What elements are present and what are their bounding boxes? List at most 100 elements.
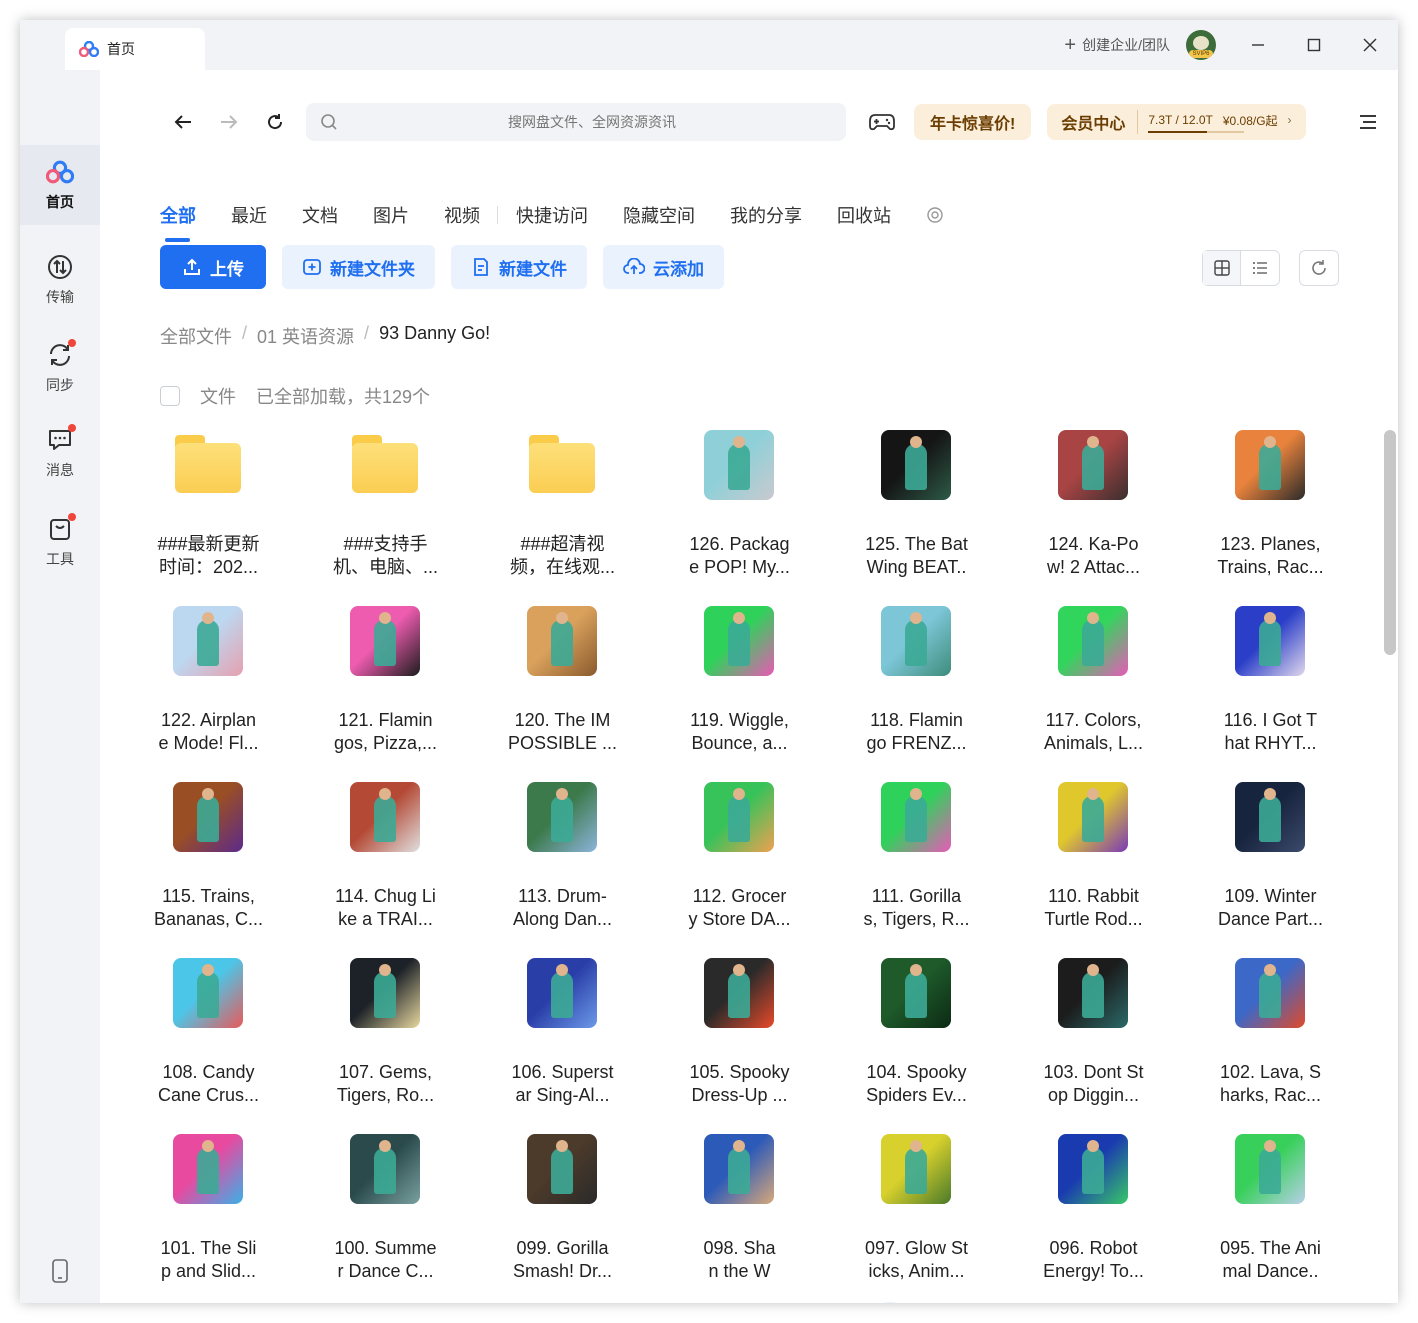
video-item[interactable]: 095. The Ani mal Dance.. bbox=[1182, 1134, 1359, 1303]
file-name: 096. Robot Energy! To... bbox=[1043, 1238, 1144, 1281]
vip-center-button[interactable]: 会员中心 7.3T / 12.0T ¥0.08/G起 › bbox=[1047, 104, 1306, 140]
phone-icon[interactable] bbox=[50, 1259, 70, 1283]
create-team-button[interactable]: + 创建企业/团队 bbox=[1064, 34, 1170, 57]
video-item[interactable]: 098. Sha n the W bbox=[651, 1134, 828, 1303]
video-item[interactable]: 108. Candy Cane Crus... bbox=[120, 958, 297, 1134]
tab-category[interactable]: 文档 bbox=[302, 202, 338, 228]
video-thumbnail bbox=[704, 782, 774, 852]
file-name: 112. Grocer y Store DA... bbox=[688, 886, 791, 929]
video-item[interactable]: 112. Grocer y Store DA... bbox=[651, 782, 828, 958]
tab-category[interactable]: 全部 bbox=[160, 202, 196, 242]
video-item[interactable]: 104. Spooky Spiders Ev... bbox=[828, 958, 1005, 1134]
tab-category[interactable]: 快捷访问 bbox=[516, 202, 588, 228]
video-item[interactable]: 097. Glow St icks, Anim... bbox=[828, 1134, 1005, 1303]
video-item[interactable]: 109. Winter Dance Part... bbox=[1182, 782, 1359, 958]
ai-assistant-icon[interactable] bbox=[842, 1296, 938, 1303]
folder-icon bbox=[173, 435, 243, 495]
cloud-add-label: 云添加 bbox=[653, 259, 704, 279]
video-item[interactable]: 122. Airplan e Mode! Fl... bbox=[120, 606, 297, 782]
video-item[interactable]: 101. The Sli p and Slid... bbox=[120, 1134, 297, 1303]
video-thumbnail bbox=[350, 958, 420, 1028]
tab-category[interactable]: 我的分享 bbox=[730, 202, 802, 228]
video-item[interactable]: 120. The IM POSSIBLE ... bbox=[474, 606, 651, 782]
video-item[interactable]: 117. Colors, Animals, L... bbox=[1005, 606, 1182, 782]
video-item[interactable]: 114. Chug Li ke a TRAI... bbox=[297, 782, 474, 958]
price-text: ¥0.08/G起 bbox=[1222, 113, 1278, 128]
sidebar-item-tools[interactable]: 工具 bbox=[20, 502, 100, 582]
close-button[interactable] bbox=[1342, 20, 1398, 70]
scrollbar[interactable] bbox=[1384, 430, 1396, 655]
tab-home[interactable]: 首页 bbox=[65, 28, 205, 70]
video-item[interactable]: 119. Wiggle, Bounce, a... bbox=[651, 606, 828, 782]
video-thumbnail bbox=[881, 430, 951, 500]
search-box[interactable] bbox=[306, 103, 846, 141]
new-file-button[interactable]: 新建文件 bbox=[451, 245, 587, 289]
tab-category[interactable]: 视频 bbox=[444, 202, 480, 228]
breadcrumb-item[interactable]: 全部文件 bbox=[160, 323, 232, 349]
video-item[interactable]: 116. I Got T hat RHYT... bbox=[1182, 606, 1359, 782]
video-item[interactable]: 099. Gorilla Smash! Dr... bbox=[474, 1134, 651, 1303]
video-thumbnail bbox=[527, 958, 597, 1028]
folder-item[interactable]: ###支持手 机、电脑、... bbox=[297, 430, 474, 606]
video-item[interactable]: 124. Ka-Po w! 2 Attac... bbox=[1005, 430, 1182, 606]
list-view-button[interactable] bbox=[1241, 251, 1279, 285]
video-item[interactable]: 110. Rabbit Turtle Rod... bbox=[1005, 782, 1182, 958]
video-item[interactable]: 121. Flamin gos, Pizza,... bbox=[297, 606, 474, 782]
file-name: 110. Rabbit Turtle Rod... bbox=[1044, 886, 1143, 929]
video-item[interactable]: 107. Gems, Tigers, Ro... bbox=[297, 958, 474, 1134]
video-thumbnail bbox=[173, 958, 243, 1028]
sidebar-item-sync[interactable]: 同步 bbox=[20, 328, 100, 408]
video-item[interactable]: 105. Spooky Dress-Up ... bbox=[651, 958, 828, 1134]
tab-category[interactable]: 图片 bbox=[373, 202, 409, 228]
video-item[interactable]: 096. Robot Energy! To... bbox=[1005, 1134, 1182, 1303]
video-item[interactable]: 111. Gorilla s, Tigers, R... bbox=[828, 782, 1005, 958]
reload-button[interactable] bbox=[252, 102, 298, 142]
sidebar-item-home[interactable]: 首页 bbox=[20, 145, 100, 225]
tab-settings-icon[interactable] bbox=[926, 206, 944, 224]
close-icon bbox=[1363, 38, 1377, 52]
tab-category[interactable]: 回收站 bbox=[837, 202, 891, 228]
file-name: 105. Spooky Dress-Up ... bbox=[689, 1062, 790, 1105]
search-input[interactable] bbox=[338, 114, 846, 130]
back-button[interactable] bbox=[160, 102, 206, 142]
game-center-button[interactable] bbox=[864, 104, 900, 140]
folder-item[interactable]: ###最新更新 时间：202... bbox=[120, 430, 297, 606]
grid-view-button[interactable] bbox=[1203, 251, 1241, 285]
breadcrumb-current: 93 Danny Go! bbox=[379, 323, 491, 343]
cloud-add-button[interactable]: 云添加 bbox=[603, 245, 724, 289]
forward-button[interactable] bbox=[206, 102, 252, 142]
maximize-button[interactable] bbox=[1286, 20, 1342, 70]
breadcrumb-separator: / bbox=[242, 323, 248, 343]
sidebar-item-messages[interactable]: 消息 bbox=[20, 413, 100, 493]
video-item[interactable]: 126. Packag e POP! My... bbox=[651, 430, 828, 606]
video-item[interactable]: 115. Trains, Bananas, C... bbox=[120, 782, 297, 958]
video-item[interactable]: 123. Planes, Trains, Rac... bbox=[1182, 430, 1359, 606]
refresh-button[interactable] bbox=[1299, 250, 1339, 286]
sidebar-item-label: 首页 bbox=[46, 194, 74, 210]
baidu-netdisk-logo-icon bbox=[46, 160, 74, 184]
file-name: 117. Colors, Animals, L... bbox=[1043, 710, 1144, 753]
video-thumbnail bbox=[173, 1134, 243, 1204]
upload-button[interactable]: 上传 bbox=[160, 245, 266, 289]
new-folder-button[interactable]: 新建文件夹 bbox=[282, 245, 435, 289]
video-item[interactable]: 100. Summe r Dance C... bbox=[297, 1134, 474, 1303]
breadcrumb-item[interactable]: 01 英语资源 bbox=[257, 323, 354, 349]
video-thumbnail bbox=[1235, 958, 1305, 1028]
list-view-icon bbox=[1253, 262, 1267, 274]
video-item[interactable]: 113. Drum- Along Dan... bbox=[474, 782, 651, 958]
video-item[interactable]: 118. Flamin go FRENZ... bbox=[828, 606, 1005, 782]
avatar[interactable]: SVIP6 bbox=[1186, 30, 1216, 60]
sidebar-item-transfer[interactable]: 传输 bbox=[20, 240, 100, 320]
grid-view-icon bbox=[1213, 260, 1230, 276]
video-item[interactable]: 103. Dont St op Diggin... bbox=[1005, 958, 1182, 1134]
select-all-checkbox[interactable] bbox=[160, 386, 180, 406]
folder-item[interactable]: ###超清视 频，在线观... bbox=[474, 430, 651, 606]
video-item[interactable]: 102. Lava, S harks, Rac... bbox=[1182, 958, 1359, 1134]
annual-card-promo-button[interactable]: 年卡惊喜价! bbox=[914, 104, 1032, 140]
menu-button[interactable] bbox=[1348, 102, 1388, 142]
tab-category[interactable]: 隐藏空间 bbox=[623, 202, 695, 228]
tab-category[interactable]: 最近 bbox=[231, 202, 267, 228]
video-item[interactable]: 106. Superst ar Sing-Al... bbox=[474, 958, 651, 1134]
minimize-button[interactable] bbox=[1230, 20, 1286, 70]
video-item[interactable]: 125. The Bat Wing BEAT.. bbox=[828, 430, 1005, 606]
